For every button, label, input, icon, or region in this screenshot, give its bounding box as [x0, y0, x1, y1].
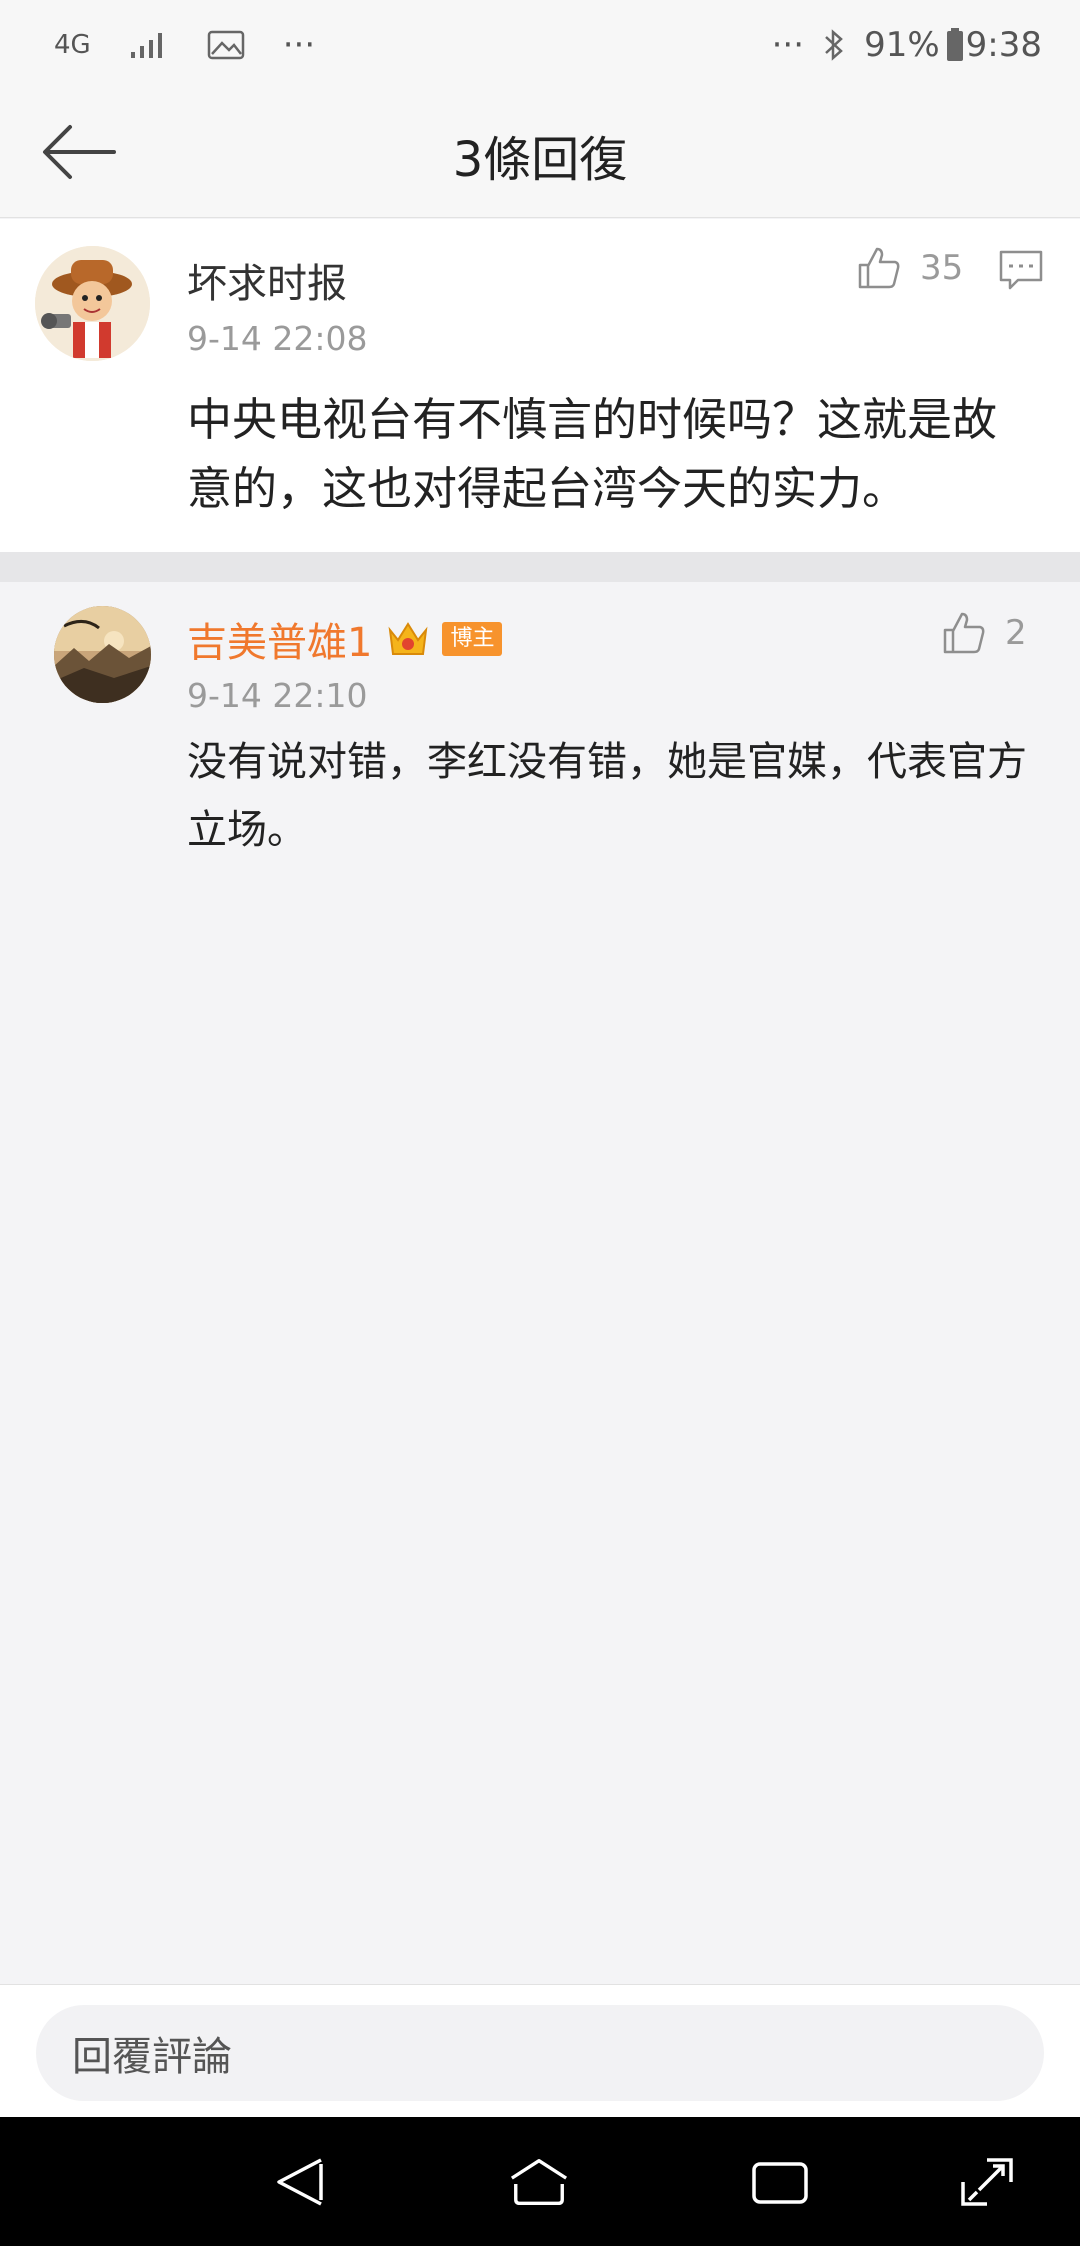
reply-item: 吉美普雄1 博主 9-14 22:10 2 没有说对错，李红没有错，她是官媒，代… [0, 582, 1080, 882]
comment-username[interactable]: 坏求时报 [187, 251, 347, 309]
signal-icon [129, 30, 169, 60]
avatar[interactable] [35, 246, 150, 361]
reply-like-count: 2 [1005, 613, 1027, 653]
recents-icon [752, 2162, 808, 2204]
header: 3條回復 [0, 90, 1080, 218]
reply-username[interactable]: 吉美普雄1 博主 [187, 610, 503, 668]
reply-username-text: 吉美普雄1 [187, 620, 373, 666]
clock: 9:38 [965, 25, 1042, 65]
nav-back-button[interactable] [270, 2151, 332, 2213]
nav-home-button[interactable] [508, 2151, 570, 2213]
reply-like-button[interactable]: 2 [941, 610, 1027, 656]
status-bar: 4G ··· ··· 91% 9:38 [0, 0, 1080, 90]
crown-icon [386, 618, 430, 660]
avatar[interactable] [54, 606, 151, 703]
comment-bubble-icon [999, 250, 1043, 290]
nav-expand-button[interactable] [956, 2151, 1018, 2213]
reply-comment-button[interactable] [998, 249, 1044, 295]
like-count: 35 [920, 248, 964, 288]
reply-text: 没有说对错，李红没有错，她是官媒，代表官方立场。 [187, 739, 1027, 853]
more-status-icon: ··· [771, 25, 805, 65]
comment-text: 中央电视台有不慎言的时候吗？这就是故意的，这也对得起台湾今天的实力。 [187, 393, 998, 515]
divider [0, 552, 1080, 582]
thumbs-up-icon [943, 612, 985, 654]
screen: 4G ··· ··· 91% 9:38 3條回復 坏求时报 9-14 22:08… [0, 0, 1080, 2246]
network-4g-icon: 4G [54, 30, 91, 60]
triangle-back-icon [277, 2158, 323, 2206]
blogger-badge: 博主 [442, 622, 503, 656]
reply-timestamp: 9-14 22:10 [187, 676, 368, 715]
like-button[interactable]: 35 [856, 245, 963, 291]
main-comment: 坏求时报 9-14 22:08 35 中央电视台有不慎言的时候吗？这就是故意的，… [0, 219, 1080, 552]
gallery-icon [207, 30, 245, 60]
thumbs-up-icon [858, 247, 900, 289]
nav-recents-button[interactable] [749, 2151, 811, 2213]
reply-bar: 回覆評論 [0, 1984, 1080, 2117]
home-icon [510, 2158, 568, 2206]
system-nav-bar [0, 2117, 1080, 2246]
battery-icon [946, 28, 964, 62]
page-title: 3條回復 [452, 132, 628, 188]
comment-timestamp: 9-14 22:08 [187, 319, 368, 358]
more-notifications-icon: ··· [282, 25, 316, 65]
expand-icon [961, 2158, 1013, 2206]
bluetooth-icon [822, 27, 846, 63]
battery-percent: 91% [864, 25, 940, 65]
reply-input[interactable]: 回覆評論 [36, 2005, 1044, 2101]
